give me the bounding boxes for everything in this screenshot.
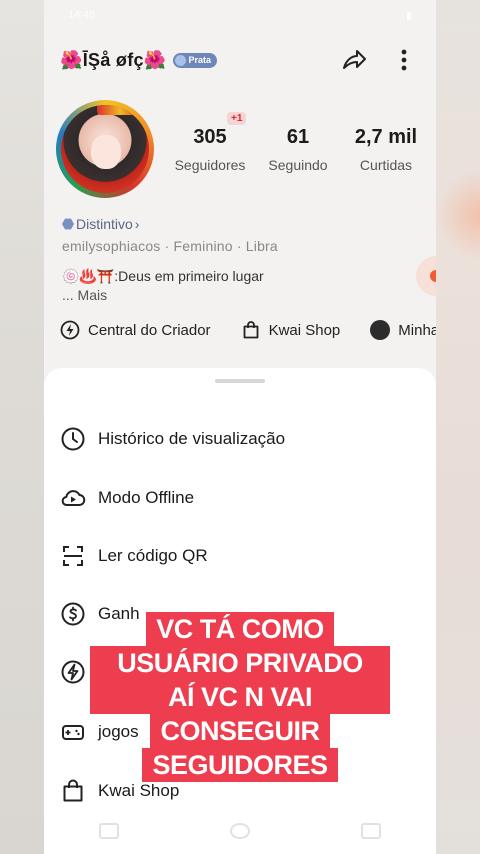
status-bar: 14:46 ▮: [44, 0, 436, 30]
battery-icon: ▮: [405, 9, 412, 22]
stat-label: Curtidas: [359, 157, 413, 173]
profile-header: 🌺ĪŞå øfç🌺 Prata: [44, 40, 436, 80]
menu-item-creator[interactable]: [60, 659, 98, 685]
live-button[interactable]: [416, 256, 436, 296]
badge-icon: [174, 54, 186, 66]
kwai-shop-link[interactable]: Kwai Shop: [241, 320, 341, 340]
badge-label: Prata: [188, 55, 212, 65]
stat-followers[interactable]: 305 Seguidores: [166, 126, 254, 173]
menu-item-history[interactable]: Histórico de visualização: [60, 426, 285, 452]
profile-meta: emilysophiacos · Feminino · Libra: [62, 238, 278, 254]
profile-bio: 🍥♨️⛩️:Deus em primeiro lugar: [62, 268, 264, 284]
clock-icon: [61, 427, 85, 451]
bio-more-link[interactable]: ... Mais: [62, 287, 107, 303]
menu-item-earn[interactable]: Ganh: [60, 601, 140, 627]
profile-avatar[interactable]: [56, 100, 154, 198]
gamepad-icon: [62, 725, 84, 740]
stat-value: 2,7 mil: [354, 126, 418, 148]
status-time: 14:46: [68, 9, 96, 21]
shopping-bag-icon: [63, 779, 83, 802]
distintivo-link[interactable]: Distintivo ›: [62, 216, 139, 232]
quick-link-label: Kwai Shop: [268, 321, 341, 339]
menu-item-offline[interactable]: Modo Offline: [60, 485, 194, 511]
quick-link-label: Minha: [398, 321, 436, 339]
menu-item-label: Kwai Shop: [98, 781, 180, 800]
shopping-bag-icon: [243, 321, 258, 339]
menu-item-kwai-shop[interactable]: Kwai Shop: [60, 778, 179, 804]
level-badge[interactable]: Prata: [172, 52, 218, 68]
stat-label: Seguidores: [174, 157, 246, 173]
qr-scan-icon: [63, 546, 83, 566]
system-nav-bar: [44, 814, 436, 848]
chevron-right-icon: ›: [134, 216, 140, 232]
menu-item-qr[interactable]: Ler código QR: [60, 543, 208, 569]
avatar: [370, 320, 391, 340]
share-icon[interactable]: [340, 46, 368, 74]
creator-center-link[interactable]: Central do Criador: [60, 320, 211, 340]
stat-likes[interactable]: 2,7 mil Curtidas: [342, 126, 430, 173]
sheet-handle[interactable]: [215, 379, 265, 383]
bottom-sheet: Histórico de visualização Modo Offline L…: [44, 368, 436, 854]
home-icon[interactable]: [229, 823, 250, 839]
profile-stats: 305 Seguidores 61 Seguindo 2,7 mil Curti…: [166, 126, 430, 173]
username: 🌺ĪŞå øfç🌺: [60, 49, 167, 70]
cloud-play-icon: [61, 490, 86, 506]
lightning-icon: [61, 660, 85, 684]
stat-following[interactable]: 61 Seguindo: [254, 126, 342, 173]
menu-item-games[interactable]: jogos: [60, 719, 139, 745]
quick-links: Central do Criador Kwai Shop Minha: [60, 320, 436, 340]
right-blur-edge: [436, 0, 480, 854]
dollar-icon: [61, 602, 85, 626]
more-options-icon[interactable]: [394, 46, 414, 74]
stat-value: 61: [286, 126, 310, 148]
hexagon-icon: [62, 218, 74, 230]
stat-value: 305: [193, 126, 227, 148]
left-blur-edge: [0, 0, 44, 854]
minha-link[interactable]: Minha: [370, 320, 436, 340]
phone-screen: 14:46 ▮ 🌺ĪŞå øfç🌺 Prata +1 305 Seguidore…: [44, 0, 436, 854]
quick-link-label: Central do Criador: [88, 321, 211, 339]
live-dot-icon: [430, 270, 436, 282]
menu-item-label: Histórico de visualização: [98, 429, 286, 448]
menu-item-label: jogos: [98, 722, 139, 741]
distintivo-label: Distintivo: [76, 216, 133, 232]
new-followers-badge: +1: [227, 112, 247, 125]
menu-item-label: Ler código QR: [98, 546, 208, 565]
back-icon[interactable]: [360, 823, 381, 839]
lightning-icon: [60, 320, 80, 340]
menu-item-label: Ganh: [98, 604, 140, 623]
menu-item-label: Modo Offline: [98, 488, 195, 507]
stat-label: Seguindo: [268, 157, 328, 173]
recent-apps-icon[interactable]: [99, 823, 120, 839]
